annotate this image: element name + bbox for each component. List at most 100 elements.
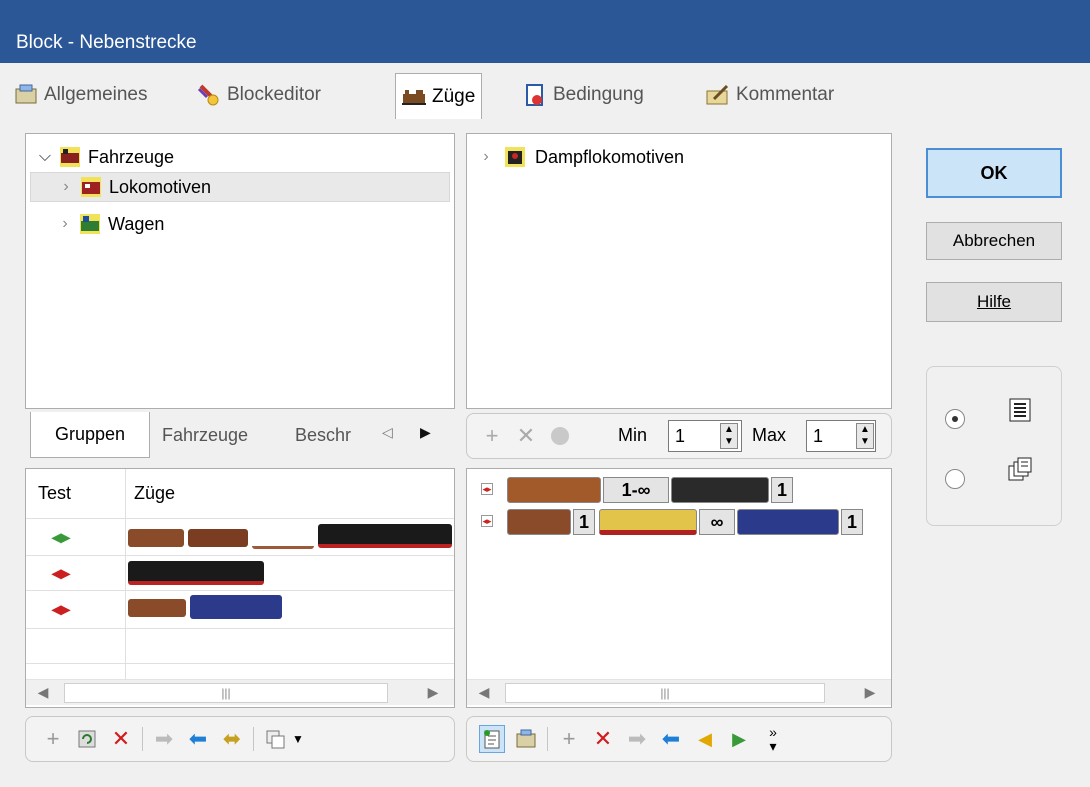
electric-locomotive-icon	[737, 509, 839, 535]
tab-bedingung[interactable]: Bedingung	[523, 78, 644, 112]
row-divider	[26, 628, 454, 629]
steam-locomotive-icon	[318, 524, 452, 548]
tab-label: Bedingung	[553, 84, 644, 105]
subtab-fahrzeuge[interactable]: Fahrzeuge	[162, 420, 248, 450]
row-divider	[26, 663, 454, 664]
count-cell[interactable]: 1	[841, 509, 863, 535]
copy-icon[interactable]	[262, 725, 288, 753]
signal-red-icon: ◂▸	[51, 563, 71, 583]
count-cell[interactable]: 1	[771, 477, 793, 503]
flat-wagon-icon	[252, 531, 314, 549]
signal-toggle-icon[interactable]: ◂▸	[481, 483, 493, 495]
column-header-zuege: Züge	[134, 483, 176, 503]
delete-icon[interactable]: ✕	[108, 725, 134, 753]
delete-icon[interactable]: ✕	[513, 422, 539, 450]
freight-wagon-icon	[188, 529, 248, 547]
train-icon	[402, 85, 426, 109]
condition-icon	[523, 83, 547, 107]
comment-icon	[706, 83, 730, 107]
separator	[142, 727, 143, 751]
row-divider	[26, 518, 454, 519]
delete-icon[interactable]: ✕	[590, 725, 616, 753]
scroll-left-icon[interactable]: ◁	[382, 424, 393, 441]
arrow-left-icon[interactable]: ⬅	[658, 725, 684, 753]
add-icon[interactable]: +	[40, 725, 66, 753]
composition-panel[interactable]: ◂▸ 1-∞ 1 ◂▸ 1 ∞ 1 ◀ ||| ▶	[466, 468, 892, 708]
arrow-both-icon[interactable]: ⬌	[219, 725, 245, 753]
add-icon[interactable]: +	[556, 725, 582, 753]
column-header-test: Test	[38, 483, 72, 503]
freight-wagon-icon	[507, 477, 601, 503]
subtab-label: Beschr	[295, 424, 352, 445]
composition-toolbar: + ✕ ➡ ⬅ ◀ ▶ » ▾	[466, 716, 892, 762]
category-tree[interactable]: › Dampflokomotiven	[466, 133, 892, 409]
subtab-label: Gruppen	[54, 424, 126, 444]
passenger-wagon-icon	[599, 509, 697, 535]
tree-item-label: Fahrzeuge	[88, 146, 175, 167]
count-cell[interactable]: 1	[573, 509, 595, 535]
stop-icon[interactable]	[547, 422, 573, 450]
separator	[547, 727, 548, 751]
max-spinner-buttons[interactable]: ▲ ▼	[856, 423, 874, 449]
scrollbar-thumb[interactable]: |||	[505, 683, 825, 703]
move-left-icon[interactable]: ◀	[692, 725, 718, 753]
overflow-icon[interactable]: » ▾	[760, 725, 786, 753]
count-cell[interactable]: 1-∞	[603, 477, 669, 503]
tree-item-label: Lokomotiven	[109, 176, 212, 197]
tree-item-label: Wagen	[108, 213, 165, 234]
tab-label: Kommentar	[736, 84, 835, 105]
chevron-down-icon[interactable]: ⌵	[36, 148, 54, 166]
locomotive-icon	[79, 175, 103, 199]
count-cell[interactable]: ∞	[699, 509, 735, 535]
subtab-gruppen[interactable]: Gruppen	[30, 412, 150, 458]
chevron-right-icon[interactable]: ›	[57, 178, 75, 196]
vehicle-tree[interactable]: ⌵ Fahrzeuge › Lokomotiven › Wagen	[25, 133, 455, 409]
train-grid[interactable]: Test Züge ◂▸ ◂▸ ◂▸ ◀ ||| ▶	[25, 468, 455, 708]
horizontal-scrollbar[interactable]: ◀ ||| ▶	[26, 679, 454, 705]
scroll-left-icon[interactable]: ◀	[475, 683, 493, 701]
scroll-right-icon[interactable]: ▶	[861, 683, 879, 701]
column-divider	[125, 469, 126, 679]
subtab-beschreibung[interactable]: Beschr	[295, 420, 377, 450]
signal-toggle-icon[interactable]: ◂▸	[481, 515, 493, 527]
tab-kommentar[interactable]: Kommentar	[706, 78, 834, 112]
tab-allgemeines[interactable]: Allgemeines	[14, 78, 148, 112]
properties-icon	[14, 83, 38, 107]
tree-item-label: Dampflokomotiven	[535, 146, 685, 167]
scrollbar-thumb[interactable]: |||	[64, 683, 388, 703]
min-spinner-buttons[interactable]: ▲ ▼	[720, 423, 738, 449]
signal-red-icon: ◂▸	[51, 599, 71, 619]
horizontal-scrollbar[interactable]: ◀ ||| ▶	[467, 679, 891, 705]
tree-item-wagen[interactable]: › Wagen	[30, 209, 450, 239]
help-button[interactable]: Hilfe	[926, 282, 1062, 322]
tab-blockeditor[interactable]: Blockeditor	[197, 78, 321, 112]
freight-wagon-icon	[128, 529, 184, 547]
tree-item-dampflokomotiven[interactable]: › Dampflokomotiven	[477, 142, 877, 172]
cancel-button[interactable]: Abbrechen	[926, 222, 1062, 260]
tree-item-lokomotiven[interactable]: › Lokomotiven	[30, 172, 450, 202]
arrow-right-icon[interactable]: ➡	[624, 725, 650, 753]
list-view-icon	[1007, 397, 1033, 428]
tree-item-fahrzeuge[interactable]: ⌵ Fahrzeuge	[36, 142, 446, 172]
scroll-left-icon[interactable]: ◀	[34, 683, 52, 701]
arrow-left-icon[interactable]: ⬅	[185, 725, 211, 753]
scroll-right-icon[interactable]: ▶	[420, 424, 431, 441]
properties-icon[interactable]	[513, 725, 539, 753]
list-view-radio[interactable]	[945, 409, 965, 429]
refresh-icon[interactable]	[74, 725, 100, 753]
chevron-right-icon[interactable]: ›	[477, 148, 495, 166]
scroll-right-icon[interactable]: ▶	[424, 683, 442, 701]
new-composition-icon[interactable]	[479, 725, 505, 753]
chevron-right-icon[interactable]: ›	[56, 215, 74, 233]
add-icon[interactable]: +	[479, 422, 505, 450]
title-bar: Block - Nebenstrecke	[0, 0, 1090, 63]
dropdown-arrow-icon[interactable]: ▼	[292, 732, 304, 746]
grouped-view-radio[interactable]	[945, 469, 965, 489]
ok-button[interactable]: OK	[926, 148, 1062, 198]
tab-bar: Allgemeines Blockeditor Züge Bedingung K…	[10, 70, 890, 122]
row-divider	[26, 590, 454, 591]
group-toolbar: + ✕ ➡ ⬅ ⬌ ▼	[25, 716, 455, 762]
tab-zuege[interactable]: Züge	[395, 73, 483, 119]
arrow-right-icon[interactable]: ➡	[151, 725, 177, 753]
move-right-icon[interactable]: ▶	[726, 725, 752, 753]
